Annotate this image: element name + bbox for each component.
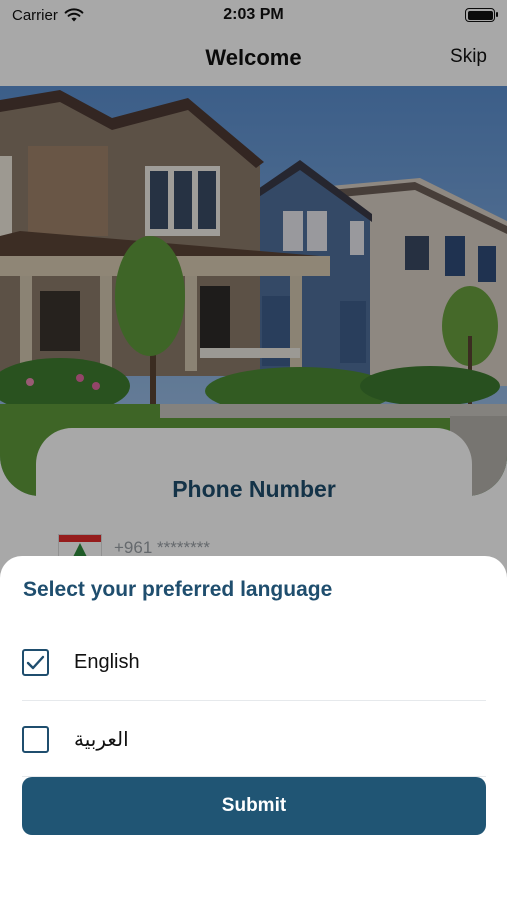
checkbox-unchecked-icon[interactable] — [22, 725, 49, 753]
language-option-arabic[interactable]: العربية — [22, 701, 486, 777]
submit-button[interactable]: Submit — [22, 777, 486, 835]
checkmark-icon — [26, 655, 45, 669]
language-sheet: Select your preferred language English ا… — [0, 556, 507, 900]
welcome-screen: Carrier 2:03 PM Welcome Skip Phone Numbe… — [0, 0, 507, 900]
checkbox-checked-icon[interactable] — [22, 648, 49, 676]
language-label: العربية — [74, 728, 129, 751]
language-label: English — [74, 650, 140, 673]
sheet-title: Select your preferred language — [23, 578, 333, 601]
language-option-english[interactable]: English — [22, 624, 486, 700]
